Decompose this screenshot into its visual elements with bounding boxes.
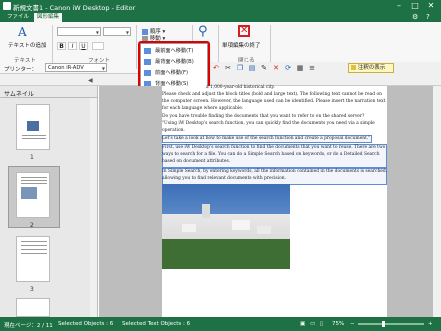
thumb-line	[21, 253, 47, 254]
doc-line: First, use iW Desktop's search function …	[162, 145, 386, 150]
thumb-line	[21, 177, 47, 178]
selected-text-objects: Selected Text Objects : 6	[122, 321, 191, 327]
page-thumbnail-4[interactable]	[16, 298, 50, 317]
title-bar: 新規文書1 - Canon iW Desktop - Editor – □ ✕	[0, 0, 441, 12]
zoom-level: 75%	[332, 321, 345, 327]
doc-line: the computer screen. However, the langua…	[162, 99, 386, 104]
thumb-line	[21, 180, 47, 181]
doc-line: In Simple Search, by entering keywords, …	[162, 169, 388, 174]
close-editing-icon[interactable]: ✕	[238, 25, 250, 37]
zoom-out-icon[interactable]: −	[350, 321, 355, 327]
delete-icon[interactable]: ✕	[272, 64, 280, 72]
doc-line: Let's take a look at how to make use of …	[162, 136, 371, 141]
font-name-combo[interactable]: ▼	[57, 27, 101, 36]
document-area: a 1,000-year-old historical city. Please…	[99, 85, 441, 317]
close-button[interactable]: ✕	[424, 1, 438, 11]
document-page: a 1,000-year-old historical city. Please…	[162, 85, 388, 317]
house	[182, 224, 196, 232]
chevron-down-icon: ▼	[125, 30, 129, 35]
doc-line: Please check and adjust the block titles…	[162, 92, 382, 97]
font-color-icon[interactable]	[92, 42, 104, 50]
printer-value: Canon iR-ADV	[48, 65, 84, 71]
font-size-combo[interactable]: ▼	[103, 27, 131, 36]
zoom-slider-thumb[interactable]	[382, 321, 385, 327]
doc-line: Do you have trouble finding the document…	[162, 114, 365, 119]
zoom-in-icon[interactable]: +	[428, 321, 433, 327]
page-thumbnail-3[interactable]	[16, 236, 50, 282]
doc-line: operation.	[162, 128, 185, 133]
chevron-down-icon: ▼	[95, 30, 99, 35]
doc-toolbar: ↶ ✂ ❐ ▤ ✎ ✕ ⟳ ▦ ≡ 注釈の表示	[210, 62, 441, 74]
thumb-line	[21, 249, 47, 250]
chevron-down-icon: ▼	[101, 66, 105, 71]
page-indicator: 現在ページ：2 / 11	[4, 323, 53, 329]
align-icon[interactable]: ≡	[308, 64, 316, 72]
maximize-button[interactable]: □	[408, 1, 422, 11]
grid-icon[interactable]: ▦	[296, 64, 304, 72]
house	[232, 220, 250, 230]
cut-icon[interactable]: ✂	[224, 64, 232, 72]
underline-button[interactable]: U	[79, 42, 88, 50]
rotate-icon[interactable]: ⟳	[284, 64, 292, 72]
note-icon	[351, 65, 356, 70]
tab-shape-edit[interactable]: 図形編集	[34, 13, 63, 22]
doc-line: based on document attributes.	[162, 159, 231, 164]
paste-icon[interactable]: ▤	[248, 64, 256, 72]
collapse-panel-icon[interactable]: ◀	[88, 77, 93, 84]
minimize-button[interactable]: –	[392, 1, 406, 11]
view-mode-icon[interactable]: ▣	[300, 321, 305, 327]
add-text-button[interactable]: テキストの追加	[8, 41, 46, 49]
doc-line: for each language where applicable.	[162, 106, 244, 111]
thumb-line	[21, 183, 47, 184]
thumb-line	[21, 245, 47, 246]
search-icon[interactable]: ⚲	[198, 24, 208, 39]
divider	[136, 25, 137, 69]
divider	[0, 97, 97, 98]
thumb-line	[21, 241, 47, 242]
settings-icon[interactable]: ⚙	[412, 13, 420, 21]
printer-label: プリンター：	[4, 67, 38, 73]
thumb-image	[21, 187, 37, 199]
selected-objects: Selected Objects : 6	[58, 321, 114, 327]
thumb-image	[27, 121, 39, 131]
thumb-line	[22, 135, 46, 136]
hillside-trees	[162, 239, 290, 269]
exit-edit-button[interactable]: 単項編集の終了	[222, 41, 261, 49]
printer-combo[interactable]: Canon iR-ADV ▼	[45, 63, 107, 72]
thumbnail-scrollbar[interactable]	[90, 98, 97, 317]
house	[257, 226, 271, 234]
doc-line: "Using iW Desktop's search function, you…	[162, 121, 375, 126]
town-photo[interactable]	[162, 184, 290, 269]
app-icon	[3, 2, 11, 10]
pen-icon[interactable]: ✎	[260, 64, 268, 72]
page-thumbnail-1[interactable]	[16, 104, 50, 150]
document-scrollbar[interactable]	[433, 86, 441, 317]
page-thumbnail-2[interactable]	[16, 172, 50, 218]
help-icon[interactable]: ?	[426, 13, 434, 21]
thumbnail-page-number: 1	[30, 154, 34, 161]
thumbnail-page-number: 2	[30, 222, 34, 229]
bold-button[interactable]: B	[57, 42, 66, 50]
status-bar: 現在ページ：2 / 11 Selected Objects : 6 Select…	[0, 317, 441, 331]
italic-button[interactable]: I	[68, 42, 77, 50]
fit-width-icon[interactable]: ▭	[310, 321, 315, 327]
doc-line: a 1,000-year-old historical city.	[206, 85, 275, 90]
window-title: 新規文書1 - Canon iW Desktop - Editor	[13, 4, 136, 12]
zoom-slider[interactable]	[358, 323, 424, 325]
group-label-text: テキスト	[14, 58, 36, 64]
undo-icon[interactable]: ↶	[212, 64, 220, 72]
copy-icon[interactable]: ❐	[236, 64, 244, 72]
add-text-icon[interactable]: A	[18, 25, 34, 39]
tab-file[interactable]: ファイル	[4, 13, 32, 22]
tower	[202, 204, 210, 218]
thumb-line	[22, 138, 46, 139]
fit-page-icon[interactable]: ▯	[320, 321, 323, 327]
doc-line: allowing you to find relevant documents …	[162, 176, 286, 181]
ribbon-tabs: ファイル 図形編集 ⚙ ?	[0, 12, 441, 22]
thumbnail-page-number: 3	[30, 286, 34, 293]
doc-line: ways to search for a file. You can do a …	[162, 152, 380, 157]
annotation-toggle[interactable]: 注釈の表示	[348, 63, 394, 73]
thumbnail-panel: サムネイル 1 2 3	[0, 86, 98, 317]
